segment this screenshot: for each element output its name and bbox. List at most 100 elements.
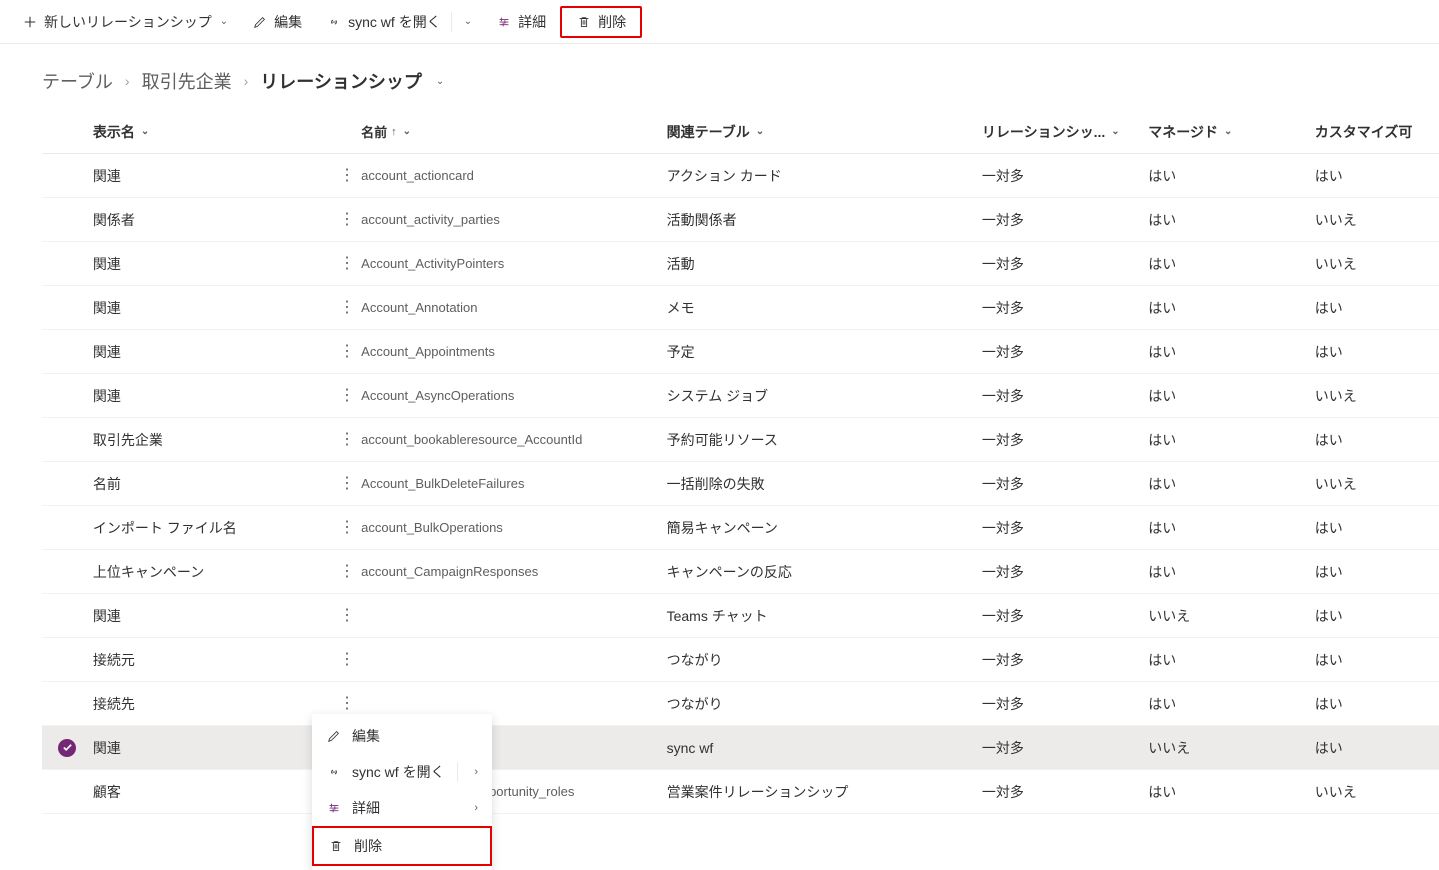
cell-related-table: メモ — [667, 298, 982, 318]
row-menu-button[interactable]: ⋮ — [332, 299, 361, 316]
edit-button[interactable]: 編集 — [242, 6, 312, 38]
cell-managed: いいえ — [1148, 606, 1314, 626]
table-row[interactable]: 関係者⋮account_activity_parties活動関係者一対多はいいい… — [42, 198, 1439, 242]
row-menu-button[interactable]: ⋮ — [332, 343, 361, 360]
table-row[interactable]: 関連⋮account_cr224_syncssync wf一対多いいえはい — [42, 726, 1439, 770]
context-details[interactable]: 詳細 › — [312, 790, 492, 826]
table-row[interactable]: 名前⋮Account_BulkDeleteFailures一括削除の失敗一対多は… — [42, 462, 1439, 506]
cell-relationship-type: 一対多 — [982, 430, 1148, 450]
table-row[interactable]: 上位キャンペーン⋮account_CampaignResponsesキャンペーン… — [42, 550, 1439, 594]
table-row[interactable]: インポート ファイル名⋮account_BulkOperations簡易キャンペ… — [42, 506, 1439, 550]
row-menu-button[interactable]: ⋮ — [332, 387, 361, 404]
context-open-sync-wf[interactable]: sync wf を開く › — [312, 754, 492, 790]
row-menu-button[interactable]: ⋮ — [332, 475, 361, 492]
context-edit[interactable]: 編集 — [312, 718, 492, 754]
more-vertical-icon: ⋮ — [339, 695, 354, 712]
chevron-right-icon: › — [474, 766, 478, 778]
column-header-type[interactable]: リレーションシッ... ⌄ — [982, 122, 1148, 142]
details-button[interactable]: 詳細 — [486, 6, 556, 38]
table-row[interactable]: 接続元⋮つながり一対多はいはい — [42, 638, 1439, 682]
cell-display-name: 接続元 — [93, 650, 332, 670]
cell-managed: はい — [1148, 694, 1314, 714]
column-header-managed[interactable]: マネージド ⌄ — [1148, 122, 1314, 142]
column-header-display-name[interactable]: 表示名 ⌄ — [93, 122, 332, 142]
row-menu-button[interactable]: ⋮ — [332, 167, 361, 184]
relationships-table: 表示名 ⌄ 名前 ↑ ⌄ 関連テーブル ⌄ リレーションシッ... ⌄ マネージ… — [0, 110, 1439, 814]
row-menu-button[interactable]: ⋮ — [332, 519, 361, 536]
cell-name: Account_Annotation — [361, 300, 666, 315]
chevron-right-icon: › — [244, 73, 249, 89]
table-row[interactable]: 関連⋮account_actioncardアクション カード一対多はいはい — [42, 154, 1439, 198]
table-row[interactable]: 関連⋮Account_Appointments予定一対多はいはい — [42, 330, 1439, 374]
cell-managed: はい — [1148, 430, 1314, 450]
open-sync-wf-button[interactable]: sync wf を開く ⌄ — [316, 6, 482, 38]
row-menu-button[interactable]: ⋮ — [332, 211, 361, 228]
cell-relationship-type: 一対多 — [982, 782, 1148, 802]
cell-related-table: Teams チャット — [667, 606, 982, 626]
cell-related-table: 一括削除の失敗 — [667, 474, 982, 494]
chevron-down-icon: ⌄ — [141, 126, 149, 137]
context-delete[interactable]: 削除 — [312, 826, 492, 866]
table-row[interactable]: 関連⋮Teams チャット一対多いいえはい — [42, 594, 1439, 638]
cell-managed: はい — [1148, 298, 1314, 318]
cell-customizable: はい — [1315, 562, 1439, 582]
row-menu-button[interactable]: ⋮ — [332, 607, 361, 624]
cell-name: Account_BulkDeleteFailures — [361, 476, 666, 491]
chevron-down-icon[interactable]: ⌄ — [436, 76, 444, 87]
cell-related-table: アクション カード — [667, 166, 982, 186]
delete-button[interactable]: 削除 — [560, 6, 642, 38]
cell-display-name: 関連 — [93, 738, 332, 758]
chevron-down-icon: ⌄ — [1111, 126, 1119, 137]
more-vertical-icon: ⋮ — [339, 475, 354, 492]
table-row[interactable]: 接続先⋮つながり一対多はいはい — [42, 682, 1439, 726]
context-delete-label: 削除 — [354, 836, 382, 856]
table-row[interactable]: 関連⋮Account_AsyncOperationsシステム ジョブ一対多はいい… — [42, 374, 1439, 418]
new-relationship-label: 新しいリレーションシップ — [44, 12, 212, 32]
cell-related-table: システム ジョブ — [667, 386, 982, 406]
cell-customizable: いいえ — [1315, 386, 1439, 406]
table-row[interactable]: 顧客⋮account_customer_opportunity_roles営業案… — [42, 770, 1439, 814]
cell-relationship-type: 一対多 — [982, 210, 1148, 230]
cell-customizable: はい — [1315, 606, 1439, 626]
cell-relationship-type: 一対多 — [982, 254, 1148, 274]
row-menu-button[interactable]: ⋮ — [332, 255, 361, 272]
table-row[interactable]: 関連⋮Account_ActivityPointers活動一対多はいいいえ — [42, 242, 1439, 286]
cell-managed: はい — [1148, 342, 1314, 362]
table-row[interactable]: 関連⋮Account_Annotationメモ一対多はいはい — [42, 286, 1439, 330]
plus-icon — [22, 14, 38, 30]
sliders-icon — [326, 800, 342, 816]
table-row[interactable]: 取引先企業⋮account_bookableresource_AccountId… — [42, 418, 1439, 462]
cell-display-name: 取引先企業 — [93, 430, 332, 450]
cell-customizable: はい — [1315, 694, 1439, 714]
cell-relationship-type: 一対多 — [982, 386, 1148, 406]
chevron-down-icon: ⌄ — [756, 126, 764, 137]
row-menu-button[interactable]: ⋮ — [332, 695, 361, 712]
open-sync-wf-label: sync wf を開く — [348, 12, 441, 32]
breadcrumb-relationships[interactable]: リレーションシップ — [260, 68, 422, 94]
new-relationship-button[interactable]: 新しいリレーションシップ ⌄ — [12, 6, 238, 38]
column-header-customizable[interactable]: カスタマイズ可 — [1315, 122, 1439, 142]
row-menu-button[interactable]: ⋮ — [332, 651, 361, 668]
cell-relationship-type: 一対多 — [982, 694, 1148, 714]
cell-customizable: はい — [1315, 650, 1439, 670]
breadcrumb-tables[interactable]: テーブル — [42, 68, 113, 94]
more-vertical-icon: ⋮ — [339, 431, 354, 448]
row-menu-button[interactable]: ⋮ — [332, 431, 361, 448]
cell-relationship-type: 一対多 — [982, 518, 1148, 538]
more-vertical-icon: ⋮ — [339, 387, 354, 404]
column-header-related[interactable]: 関連テーブル ⌄ — [667, 122, 982, 142]
cell-name: Account_AsyncOperations — [361, 388, 666, 403]
check-circle-icon[interactable] — [58, 739, 76, 757]
cell-display-name: 上位キャンペーン — [93, 562, 332, 582]
cell-customizable: はい — [1315, 430, 1439, 450]
row-menu-button[interactable]: ⋮ — [332, 563, 361, 580]
cell-display-name: 関連 — [93, 342, 332, 362]
cell-display-name: 関連 — [93, 254, 332, 274]
breadcrumb-accounts[interactable]: 取引先企業 — [142, 68, 232, 94]
more-vertical-icon: ⋮ — [339, 167, 354, 184]
cell-name: account_actioncard — [361, 168, 666, 183]
cell-customizable: はい — [1315, 738, 1439, 758]
column-header-name[interactable]: 名前 ↑ ⌄ — [361, 122, 666, 141]
trash-icon — [328, 838, 344, 854]
cell-display-name: 関連 — [93, 166, 332, 186]
